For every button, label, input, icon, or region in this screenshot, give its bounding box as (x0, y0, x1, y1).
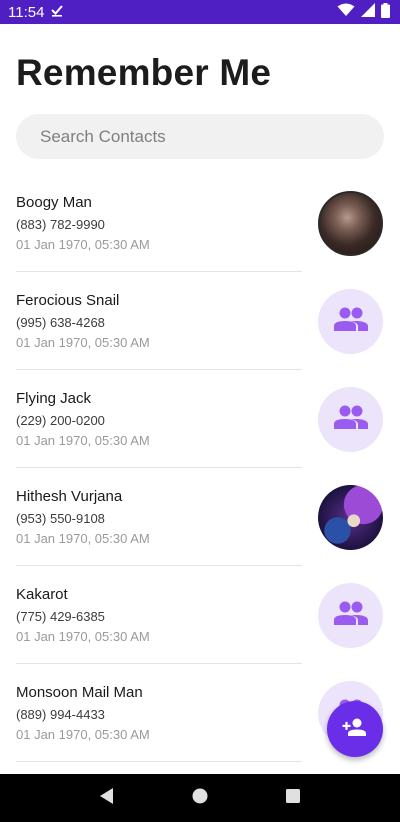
contact-date: 01 Jan 1970, 05:30 AM (16, 531, 150, 546)
contact-avatar-photo[interactable] (318, 485, 383, 550)
wifi-icon (337, 3, 355, 21)
contact-name: Monsoon Mail Man (16, 684, 143, 701)
add-person-icon (342, 717, 368, 742)
contact-list[interactable]: Boogy Man (883) 782-9990 01 Jan 1970, 05… (0, 174, 400, 774)
contact-phone: (995) 638-4268 (16, 315, 105, 330)
signal-icon (361, 3, 375, 21)
contact-avatar-photo[interactable] (318, 191, 383, 256)
page-title: Remember Me (16, 52, 272, 93)
contact-row[interactable]: Flying Jack (229) 200-0200 01 Jan 1970, … (0, 370, 400, 468)
contact-avatar[interactable] (318, 387, 383, 452)
search-bar[interactable] (16, 114, 384, 159)
divider (16, 761, 302, 762)
group-icon (333, 307, 369, 336)
contact-name: Kakarot (16, 586, 68, 603)
recents-icon[interactable] (284, 787, 302, 810)
contact-phone: (775) 429-6385 (16, 609, 105, 624)
contact-row[interactable]: Kakarot (775) 429-6385 01 Jan 1970, 05:3… (0, 566, 400, 664)
contact-phone: (889) 994-4433 (16, 707, 105, 722)
contact-name: Boogy Man (16, 194, 92, 211)
contact-avatar[interactable] (318, 289, 383, 354)
group-icon (333, 405, 369, 434)
home-icon[interactable] (191, 787, 209, 810)
contact-date: 01 Jan 1970, 05:30 AM (16, 335, 150, 350)
battery-icon (381, 2, 390, 22)
status-bar: 11:54 (0, 0, 400, 24)
contact-date: 01 Jan 1970, 05:30 AM (16, 433, 150, 448)
contact-name: Ferocious Snail (16, 292, 120, 309)
search-input[interactable] (40, 126, 360, 147)
status-time: 11:54 (8, 3, 45, 21)
contact-row[interactable]: Hithesh Vurjana (953) 550-9108 01 Jan 19… (0, 468, 400, 566)
contact-phone: (953) 550-9108 (16, 511, 105, 526)
contact-row[interactable]: Boogy Man (883) 782-9990 01 Jan 1970, 05… (0, 174, 400, 272)
contact-phone: (229) 200-0200 (16, 413, 105, 428)
contact-name: Flying Jack (16, 390, 92, 407)
contact-date: 01 Jan 1970, 05:30 AM (16, 629, 150, 644)
back-icon[interactable] (98, 787, 116, 810)
contact-avatar[interactable] (318, 583, 383, 648)
download-done-icon (50, 3, 64, 21)
group-icon (333, 601, 369, 630)
contact-name: Hithesh Vurjana (16, 488, 123, 505)
contact-row[interactable]: Ferocious Snail (995) 638-4268 01 Jan 19… (0, 272, 400, 370)
navigation-bar (0, 774, 400, 822)
contact-date: 01 Jan 1970, 05:30 AM (16, 727, 150, 742)
contact-phone: (883) 782-9990 (16, 217, 105, 232)
contact-date: 01 Jan 1970, 05:30 AM (16, 237, 150, 252)
add-contact-button[interactable] (327, 701, 383, 757)
